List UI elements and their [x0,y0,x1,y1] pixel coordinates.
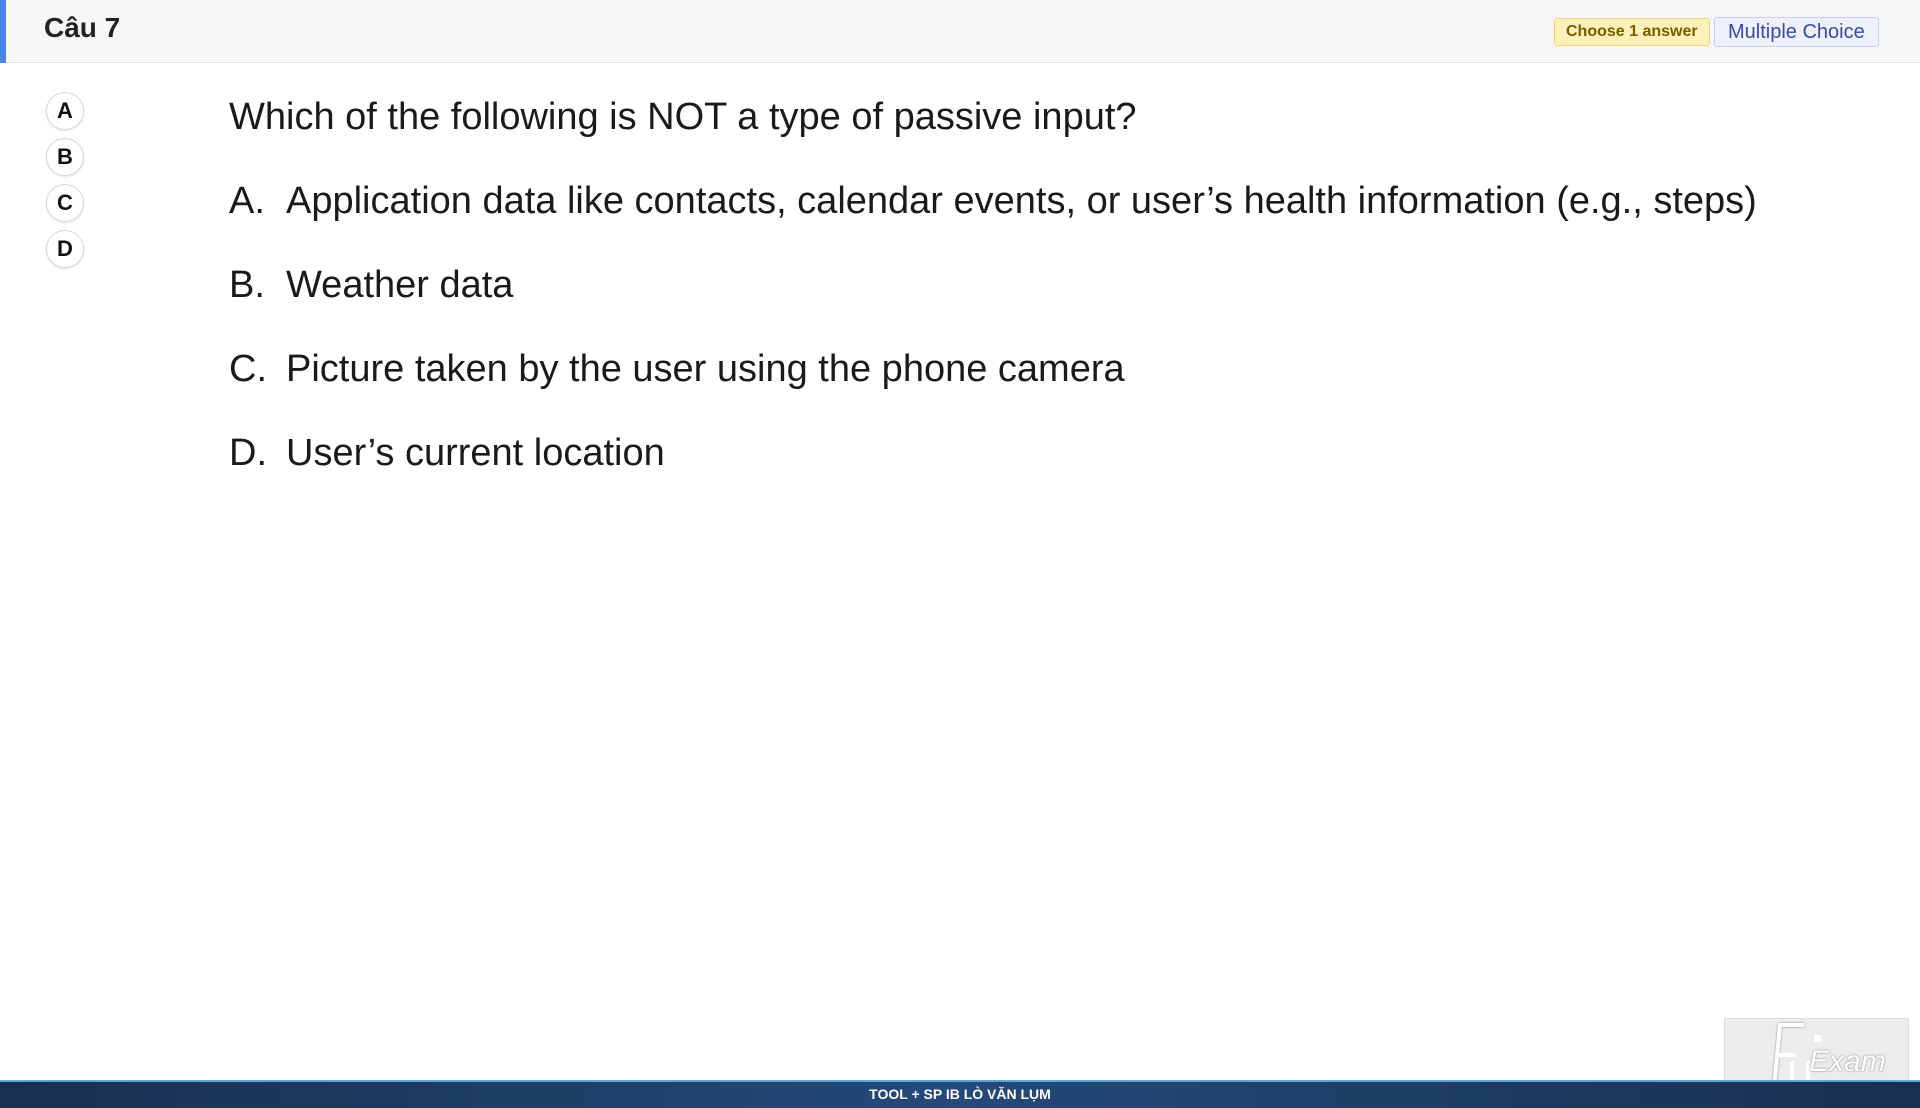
option-a: A. Application data like contacts, calend… [229,180,1757,222]
option-letter: A. [229,180,265,222]
question-type-badge: Multiple Choice [1714,17,1879,47]
question-number: Câu 7 [44,12,121,43]
answer-button-c[interactable]: C [46,184,84,222]
answer-button-a[interactable]: A [46,92,84,130]
question-content: Which of the following is NOT a type of … [229,96,1757,516]
header-accent-bar [0,0,6,63]
option-text: User’s current location [286,432,665,474]
option-text: Picture taken by the user using the phon… [286,348,1125,390]
watermark-text: Exam [1809,1045,1886,1078]
option-d: D. User’s current location [229,432,1757,474]
footer-bar: TOOL + SP IB LÒ VĂN LỤM [0,1080,1920,1108]
option-letter: C. [229,348,267,390]
option-letter: B. [229,264,265,306]
question-stem: Which of the following is NOT a type of … [229,96,1137,138]
answer-button-d[interactable]: D [46,230,84,268]
option-c: C. Picture taken by the user using the ph… [229,348,1757,390]
instruction-badge: Choose 1 answer [1554,18,1710,46]
answer-choices: A B C D [46,92,84,276]
answer-button-b[interactable]: B [46,138,84,176]
option-text: Application data like contacts, calendar… [286,180,1757,222]
option-text: Weather data [286,264,514,306]
option-letter: D. [229,432,267,474]
option-b: B. Weather data [229,264,1757,306]
question-header: Câu 7 Choose 1 answer Multiple Choice [0,0,1920,63]
